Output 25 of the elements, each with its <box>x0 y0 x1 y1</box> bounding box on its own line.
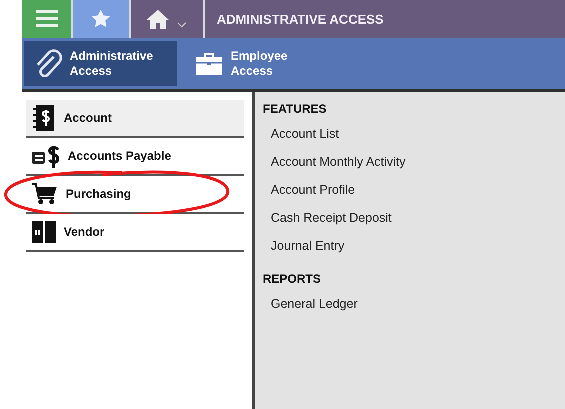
home-icon <box>147 9 169 29</box>
section-heading: REPORTS <box>263 272 322 286</box>
dollar-ledger-icon <box>32 105 56 131</box>
feature-link[interactable]: Journal Entry <box>263 232 353 260</box>
feature-link[interactable]: Account Profile <box>263 176 364 204</box>
chevron-down-icon <box>177 22 187 28</box>
briefcase-icon <box>195 52 223 76</box>
paperclip-icon <box>34 48 62 78</box>
building-icon <box>32 221 56 243</box>
sidebar-item[interactable]: Vendor <box>26 214 244 252</box>
section-heading: FEATURES <box>263 102 328 116</box>
cash-dollar-icon <box>32 144 60 168</box>
access-tab[interactable]: Employee Access <box>185 41 338 86</box>
menu-button[interactable] <box>22 0 73 38</box>
favorites-button[interactable] <box>73 0 131 38</box>
cart-icon <box>32 182 58 206</box>
feature-link[interactable]: General Ledger <box>263 290 366 318</box>
sidebar-item[interactable]: Account <box>26 100 244 138</box>
feature-link[interactable]: Account Monthly Activity <box>263 148 414 176</box>
feature-link[interactable]: Account List <box>263 120 348 148</box>
page-title: ADMINISTRATIVE ACCESS <box>216 10 384 28</box>
star-icon <box>91 9 111 29</box>
access-tab[interactable]: Administrative Access <box>24 41 177 86</box>
menu-icon <box>36 10 58 28</box>
feature-link[interactable]: Cash Receipt Deposit <box>263 204 400 232</box>
